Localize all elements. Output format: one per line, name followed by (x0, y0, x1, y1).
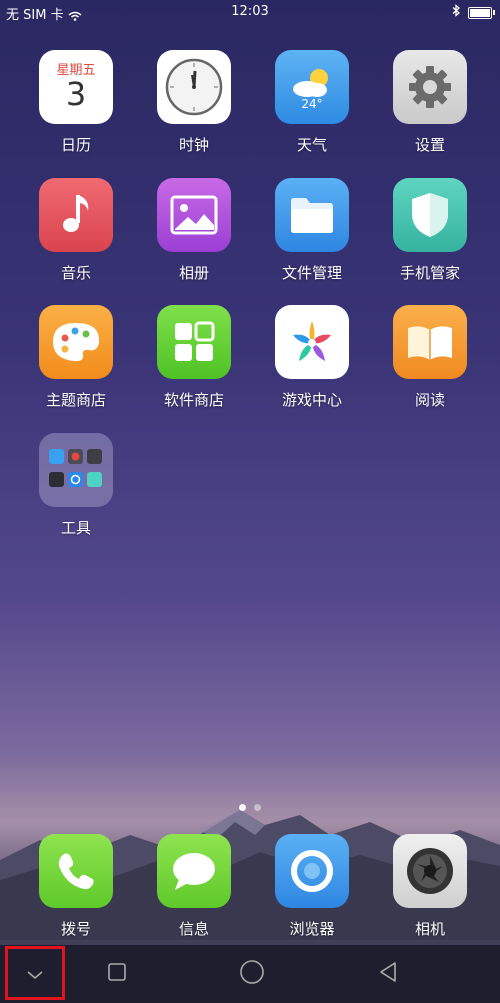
app-label: 软件商店 (163, 391, 224, 409)
weather-icon: 24° (275, 50, 349, 124)
book-icon (393, 305, 467, 379)
app-grid-icon (157, 305, 231, 379)
palette-icon (39, 305, 113, 379)
app-label: 游戏中心 (281, 391, 342, 409)
app-theme-store[interactable]: 主题商店 (21, 305, 131, 410)
app-reader[interactable]: 阅读 (375, 305, 485, 410)
app-clock[interactable]: 时钟 (139, 50, 249, 155)
camera-lens-icon (393, 834, 467, 908)
page-dot-active[interactable] (239, 804, 246, 811)
circle-icon (239, 959, 265, 989)
music-note-icon (39, 178, 113, 252)
dock-messages[interactable]: 信息 (139, 834, 249, 939)
dock-camera[interactable]: 相机 (375, 834, 485, 939)
app-calendar[interactable]: 星期五 3 日历 (21, 50, 131, 155)
calendar-icon: 星期五 3 (39, 50, 113, 124)
dock-browser[interactable]: 浏览器 (257, 834, 367, 939)
status-bar: 无 SIM 卡 12:03 (0, 0, 500, 24)
app-label: 时钟 (178, 136, 209, 154)
app-label: 音乐 (60, 264, 91, 282)
square-icon (107, 962, 127, 986)
app-label: 天气 (296, 136, 327, 154)
app-label: 相机 (414, 920, 445, 938)
gear-icon (393, 50, 467, 124)
message-bubble-icon (157, 834, 231, 908)
page-indicator (0, 804, 500, 811)
phone-icon (39, 834, 113, 908)
app-weather[interactable]: 24° 天气 (257, 50, 367, 155)
highlight-box (5, 946, 65, 1000)
triangle-back-icon (377, 961, 399, 987)
navigation-bar (0, 945, 500, 1003)
clock-icon (157, 50, 231, 124)
app-files[interactable]: 文件管理 (257, 178, 367, 283)
app-label: 信息 (178, 920, 209, 938)
clock-time: 12:03 (231, 4, 269, 19)
back-button[interactable] (360, 951, 416, 997)
weather-temp: 24° (301, 97, 323, 111)
photo-icon (157, 178, 231, 252)
folder-tools[interactable]: 工具 (21, 433, 131, 538)
app-label: 主题商店 (45, 391, 106, 409)
app-label: 浏览器 (289, 920, 335, 938)
home-button[interactable] (224, 951, 280, 997)
app-music[interactable]: 音乐 (21, 178, 131, 283)
shield-icon (393, 178, 467, 252)
app-label: 日历 (60, 136, 91, 154)
browser-icon (275, 834, 349, 908)
dock-phone[interactable]: 拨号 (21, 834, 131, 939)
recents-button[interactable] (89, 951, 145, 997)
app-label: 阅读 (414, 391, 445, 409)
page-dot[interactable] (254, 804, 261, 811)
app-label: 手机管家 (399, 264, 460, 282)
folder-preview-icon (39, 433, 113, 507)
app-game-center[interactable]: 游戏中心 (257, 305, 367, 410)
app-software-store[interactable]: 软件商店 (139, 305, 249, 410)
app-settings[interactable]: 设置 (375, 50, 485, 155)
folder-icon (275, 178, 349, 252)
game-star-icon (275, 305, 349, 379)
app-label: 拨号 (60, 920, 91, 938)
bluetooth-icon (452, 4, 460, 21)
calendar-day: 3 (65, 75, 87, 113)
app-label: 工具 (60, 519, 91, 537)
app-gallery[interactable]: 相册 (139, 178, 249, 283)
app-label: 相册 (178, 264, 209, 282)
battery-icon (468, 6, 495, 19)
app-label: 文件管理 (281, 264, 342, 282)
app-security[interactable]: 手机管家 (375, 178, 485, 283)
app-label: 设置 (414, 136, 445, 154)
